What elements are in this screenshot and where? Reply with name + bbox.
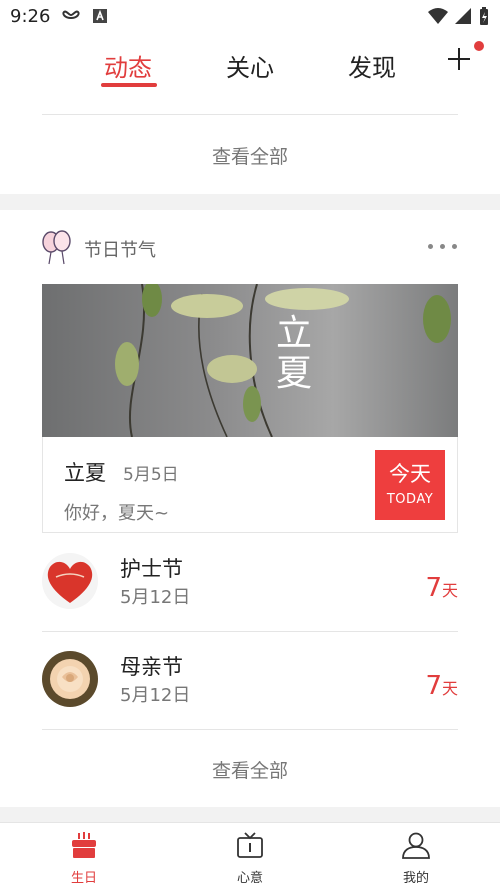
holiday-date: 5月12日 [120,685,191,706]
festival-date: 5月5日 [123,465,179,485]
nav-label: 心意 [236,871,263,886]
tab-care[interactable]: 关心 [226,48,274,83]
divider [42,114,458,115]
days-remaining: 7天 [425,573,458,603]
status-bar: 9:26 [0,0,500,32]
view-all-link[interactable]: 查看全部 [0,142,500,169]
list-item[interactable]: 护士节 5月12日 7天 [0,533,500,631]
willow-branch-image [115,284,451,437]
signal-icon [455,8,471,24]
nav-birthday[interactable]: 生日 [44,831,124,886]
nav-gift[interactable]: 心意 [210,831,290,886]
nav-label: 生日 [70,871,97,886]
active-tab-indicator [101,83,157,87]
bottom-nav: 生日 心意 我的 [0,822,500,889]
tab-discover[interactable]: 发现 [348,48,396,83]
rose-thumbnail [42,651,98,707]
view-all-link[interactable]: 查看全部 [0,756,500,783]
banner-title: 立夏 [275,313,312,394]
section-title: 节日节气 [84,240,156,261]
tab-dynamic[interactable]: 动态 [104,48,152,83]
link-icon [62,10,80,20]
festival-greeting: 你好，夏天~ [64,503,170,524]
solar-term-banner[interactable]: 立夏 [42,284,458,437]
status-time: 9:26 [10,6,51,27]
today-badge: 今天 TODAY [375,450,445,520]
cake-icon [72,832,96,858]
heart-thumbnail [42,553,98,609]
holiday-date: 5月12日 [120,587,191,608]
today-badge-sub: TODAY [386,492,434,507]
add-icon[interactable] [444,44,474,74]
featured-festival[interactable]: 立夏 5月5日 你好，夏天~ 今天 TODAY [42,437,458,533]
nav-label: 我的 [402,871,429,886]
top-section: 查看全部 [0,98,500,194]
notification-dot [474,41,484,51]
holiday-card: 节日节气 立夏 立夏 5月5日 你好，夏天~ 今天 TODAY 护士节 5月12… [0,210,500,807]
balloon-icon [42,230,71,265]
battery-icon [480,7,488,25]
festival-name: 立夏 [64,461,106,485]
top-tab-bar: 动态 关心 发现 [0,32,500,98]
wifi-icon [428,8,448,24]
holiday-name: 护士节 [120,557,183,581]
today-badge-main: 今天 [389,462,431,486]
nav-profile[interactable]: 我的 [376,831,456,886]
user-icon [402,832,430,859]
list-item[interactable]: 母亲节 5月12日 7天 [0,631,500,729]
gift-tv-icon [237,832,263,858]
holiday-name: 母亲节 [120,655,183,679]
keyboard-a-icon [93,9,107,23]
days-remaining: 7天 [425,671,458,701]
divider [42,729,458,730]
more-options-icon[interactable] [428,244,457,249]
